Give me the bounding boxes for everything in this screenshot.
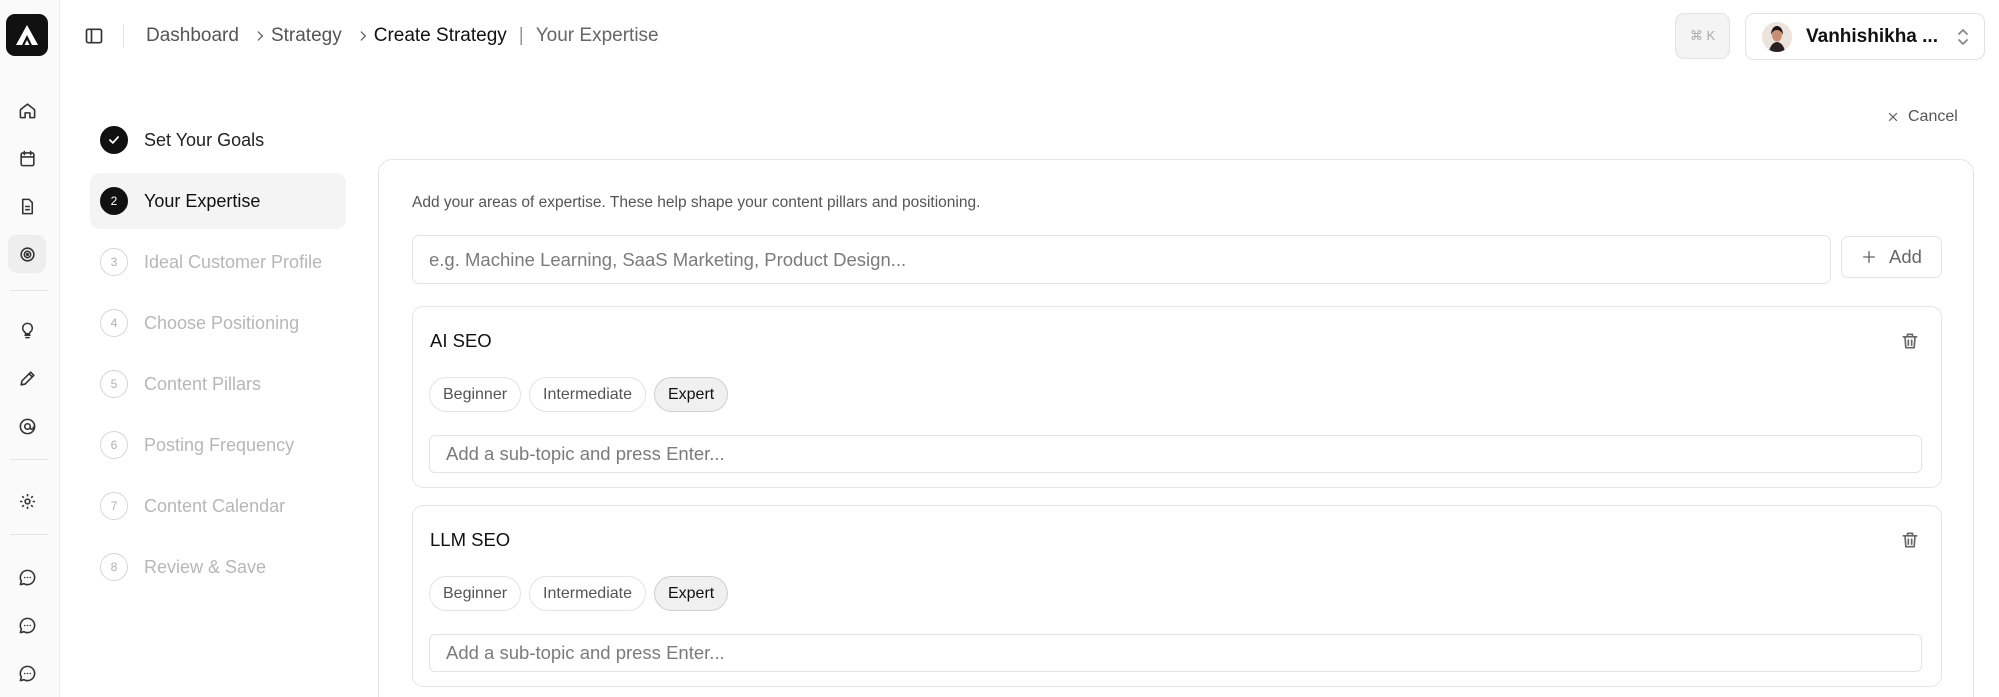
step-content-calendar[interactable]: 7 Content Calendar xyxy=(90,478,346,534)
chevrons-up-down-icon xyxy=(1958,28,1968,45)
step-number: 5 xyxy=(100,370,128,398)
level-intermediate-button[interactable]: Intermediate xyxy=(529,576,646,611)
level-expert-button[interactable]: Expert xyxy=(653,576,729,611)
step-label: Content Calendar xyxy=(144,495,286,516)
step-set-your-goals[interactable]: Set Your Goals xyxy=(90,112,346,168)
close-icon xyxy=(1888,112,1898,122)
step-label: Set Your Goals xyxy=(144,129,265,150)
breadcrumb-create-strategy[interactable]: Create Strategy xyxy=(374,25,507,47)
rail-divider xyxy=(10,459,48,460)
document-icon[interactable] xyxy=(8,187,46,225)
level-beginner-button[interactable]: Beginner xyxy=(429,377,522,412)
add-label: Add xyxy=(1889,246,1922,267)
plus-icon xyxy=(1863,251,1876,263)
subtopic-input[interactable] xyxy=(429,634,1922,672)
step-number: 3 xyxy=(100,248,128,276)
step-number: 2 xyxy=(100,187,128,215)
step-number: 7 xyxy=(100,492,128,520)
step-posting-frequency[interactable]: 6 Posting Frequency xyxy=(90,417,346,473)
expertise-input[interactable] xyxy=(412,235,1831,284)
level-selector: Beginner Intermediate Expert xyxy=(429,377,729,412)
cancel-button[interactable]: Cancel xyxy=(1886,108,1958,126)
user-name: Vanhishikha ... xyxy=(1806,25,1938,47)
chevron-right-icon xyxy=(356,28,372,44)
breadcrumb: Dashboard Strategy Create Strategy | You… xyxy=(146,24,659,48)
expertise-hint: Add your areas of expertise. These help … xyxy=(412,194,981,211)
at-sign-icon[interactable] xyxy=(8,407,46,445)
chat-icon[interactable] xyxy=(8,654,46,692)
step-ideal-customer-profile[interactable]: 3 Ideal Customer Profile xyxy=(90,234,346,290)
cancel-label: Cancel xyxy=(1908,108,1958,125)
breadcrumb-divider: | xyxy=(518,25,524,46)
subtopic-input[interactable] xyxy=(429,435,1922,473)
level-selector: Beginner Intermediate Expert xyxy=(429,576,729,611)
expertise-item: LLM SEO Beginner Intermediate Expert xyxy=(412,505,1942,687)
step-number: 8 xyxy=(100,553,128,581)
step-label: Choose Positioning xyxy=(144,312,300,333)
calendar-icon[interactable] xyxy=(8,139,46,177)
trash-icon[interactable] xyxy=(1900,530,1920,550)
expertise-name: AI SEO xyxy=(430,330,492,351)
sidebar-toggle-icon[interactable] xyxy=(82,24,106,48)
avatar xyxy=(1762,21,1792,52)
step-label: Posting Frequency xyxy=(144,434,295,455)
breadcrumb-strategy[interactable]: Strategy xyxy=(271,25,342,47)
add-expertise-button[interactable]: Add xyxy=(1841,236,1942,278)
rail-divider xyxy=(10,290,48,291)
app-logo[interactable] xyxy=(6,14,48,56)
home-icon[interactable] xyxy=(8,91,46,129)
level-intermediate-button[interactable]: Intermediate xyxy=(529,377,646,412)
pencil-icon[interactable] xyxy=(8,359,46,397)
step-your-expertise[interactable]: 2 Your Expertise xyxy=(90,173,346,229)
step-number: 4 xyxy=(100,309,128,337)
command-shortcut-button[interactable]: ⌘ K xyxy=(1675,13,1730,59)
step-review-and-save[interactable]: 8 Review & Save xyxy=(90,539,346,595)
step-label: Review & Save xyxy=(144,556,267,577)
icon-rail xyxy=(0,0,60,697)
check-icon xyxy=(100,126,128,154)
chat-icon[interactable] xyxy=(8,558,46,596)
step-choose-positioning[interactable]: 4 Choose Positioning xyxy=(90,295,346,351)
header-divider xyxy=(123,24,124,48)
breadcrumb-dashboard[interactable]: Dashboard xyxy=(146,25,239,47)
trash-icon[interactable] xyxy=(1900,331,1920,351)
level-expert-button[interactable]: Expert xyxy=(653,377,729,412)
lightbulb-icon[interactable] xyxy=(8,311,46,349)
step-label: Content Pillars xyxy=(144,373,262,394)
expertise-item: AI SEO Beginner Intermediate Expert xyxy=(412,306,1942,488)
step-number: 6 xyxy=(100,431,128,459)
chat-icon[interactable] xyxy=(8,606,46,644)
step-label: Ideal Customer Profile xyxy=(144,251,323,272)
logo-icon xyxy=(16,25,38,45)
breadcrumb-current-step: Your Expertise xyxy=(535,25,659,46)
step-label: Your Expertise xyxy=(144,190,261,211)
settings-icon[interactable] xyxy=(8,482,46,520)
expertise-name: LLM SEO xyxy=(430,529,511,550)
level-beginner-button[interactable]: Beginner xyxy=(429,576,522,611)
step-content-pillars[interactable]: 5 Content Pillars xyxy=(90,356,346,412)
user-menu[interactable]: Vanhishikha ... xyxy=(1745,13,1985,60)
target-icon[interactable] xyxy=(8,235,46,273)
rail-divider xyxy=(10,534,48,535)
chevron-right-icon xyxy=(253,28,269,44)
